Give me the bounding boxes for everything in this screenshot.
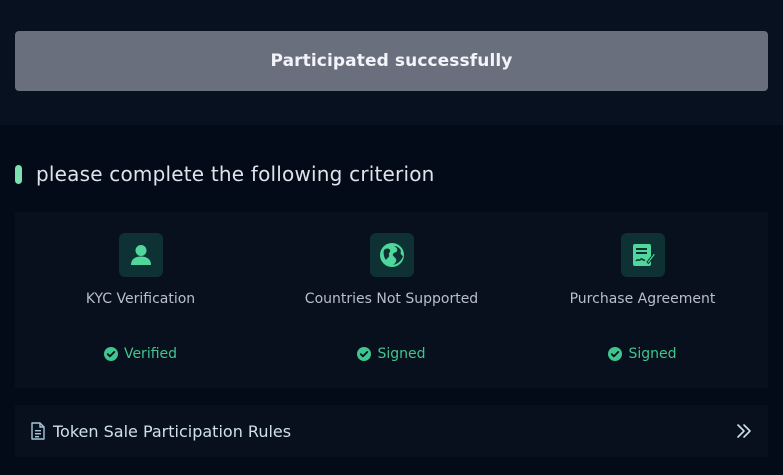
check-circle-icon (103, 347, 118, 361)
criterion-label: Countries Not Supported (304, 291, 479, 307)
criterion-label: KYC Verification (85, 291, 196, 307)
rules-label: Token Sale Participation Rules (53, 421, 292, 441)
page: Participated successfully please complet… (0, 0, 783, 475)
document-icon (31, 422, 45, 440)
participated-successfully-button[interactable]: Participated successfully (15, 31, 768, 91)
check-circle-icon (357, 347, 372, 361)
criterion-status-text: Verified (123, 346, 178, 362)
criterion-status: Signed (266, 346, 517, 362)
criterion-status: Signed (517, 346, 768, 362)
globe-icon (369, 233, 414, 277)
criterion-status: Verified (15, 346, 266, 362)
check-circle-icon (608, 347, 623, 361)
signed-document-icon (620, 233, 665, 277)
criterion-status-text: Signed (628, 346, 677, 362)
criteria-section-heading: please complete the following criterion (15, 158, 435, 190)
user-icon (118, 233, 163, 277)
top-panel: Participated successfully (0, 0, 783, 125)
heading-accent-bar (15, 164, 22, 184)
participated-successfully-label: Participated successfully (270, 51, 513, 71)
criterion-status-text: Signed (377, 346, 426, 362)
criterion-purchase-agreement[interactable]: Purchase Agreement Signed (517, 212, 768, 388)
criteria-heading-text: please complete the following criterion (36, 162, 435, 186)
token-sale-rules-link[interactable]: Token Sale Participation Rules (15, 405, 768, 457)
double-chevron-right-icon[interactable] (736, 421, 752, 441)
criterion-label: Purchase Agreement (569, 291, 716, 307)
criterion-countries-not-supported[interactable]: Countries Not Supported Signed (266, 212, 517, 388)
criterion-kyc-verification[interactable]: KYC Verification Verified (15, 212, 266, 388)
criteria-panel: KYC Verification Verified Countries Not … (15, 212, 768, 388)
